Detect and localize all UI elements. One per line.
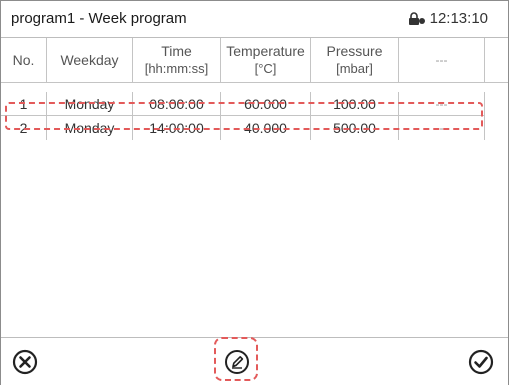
table-row-selected[interactable]: 2 Monday 14:00:00 40.000 500.00 --- — [1, 116, 508, 140]
cell-weekday: Monday — [47, 92, 133, 116]
confirm-icon — [468, 349, 494, 375]
status-area: 12:13:10 — [408, 10, 488, 27]
edit-icon — [225, 350, 249, 374]
header-no: No. — [1, 38, 47, 82]
page-title: program1 - Week program — [11, 10, 187, 27]
cell-extra: --- — [399, 116, 485, 140]
table-header: No. Weekday Time [hh:mm:ss] Temperature … — [1, 38, 508, 83]
edit-button[interactable] — [221, 346, 253, 378]
header-pressure: Pressure [mbar] — [311, 38, 399, 82]
cell-time: 08:00:00 — [133, 92, 221, 116]
header-extra: --- — [399, 38, 485, 82]
bottom-toolbar — [1, 337, 508, 385]
cell-extra: --- — [399, 92, 485, 116]
cell-no: 1 — [1, 92, 47, 116]
cell-time: 14:00:00 — [133, 116, 221, 140]
cell-weekday: Monday — [47, 116, 133, 140]
confirm-button[interactable] — [465, 346, 497, 378]
header-time: Time [hh:mm:ss] — [133, 38, 221, 82]
lock-icon — [408, 11, 425, 25]
program-table: No. Weekday Time [hh:mm:ss] Temperature … — [1, 38, 508, 140]
cancel-icon — [12, 349, 38, 375]
app-window: program1 - Week program 12:13:10 No. Wee… — [0, 0, 509, 385]
clock: 12:13:10 — [429, 10, 488, 27]
header-weekday: Weekday — [47, 38, 133, 82]
cancel-button[interactable] — [9, 346, 41, 378]
title-bar: program1 - Week program 12:13:10 — [1, 1, 508, 38]
cell-pressure: 100.00 — [311, 92, 399, 116]
cell-temperature: 40.000 — [221, 116, 311, 140]
table-row[interactable]: 1 Monday 08:00:00 60.000 100.00 --- — [1, 92, 508, 116]
cell-no: 2 — [1, 116, 47, 140]
cell-temperature: 60.000 — [221, 92, 311, 116]
cell-pressure: 500.00 — [311, 116, 399, 140]
header-temperature: Temperature [°C] — [221, 38, 311, 82]
